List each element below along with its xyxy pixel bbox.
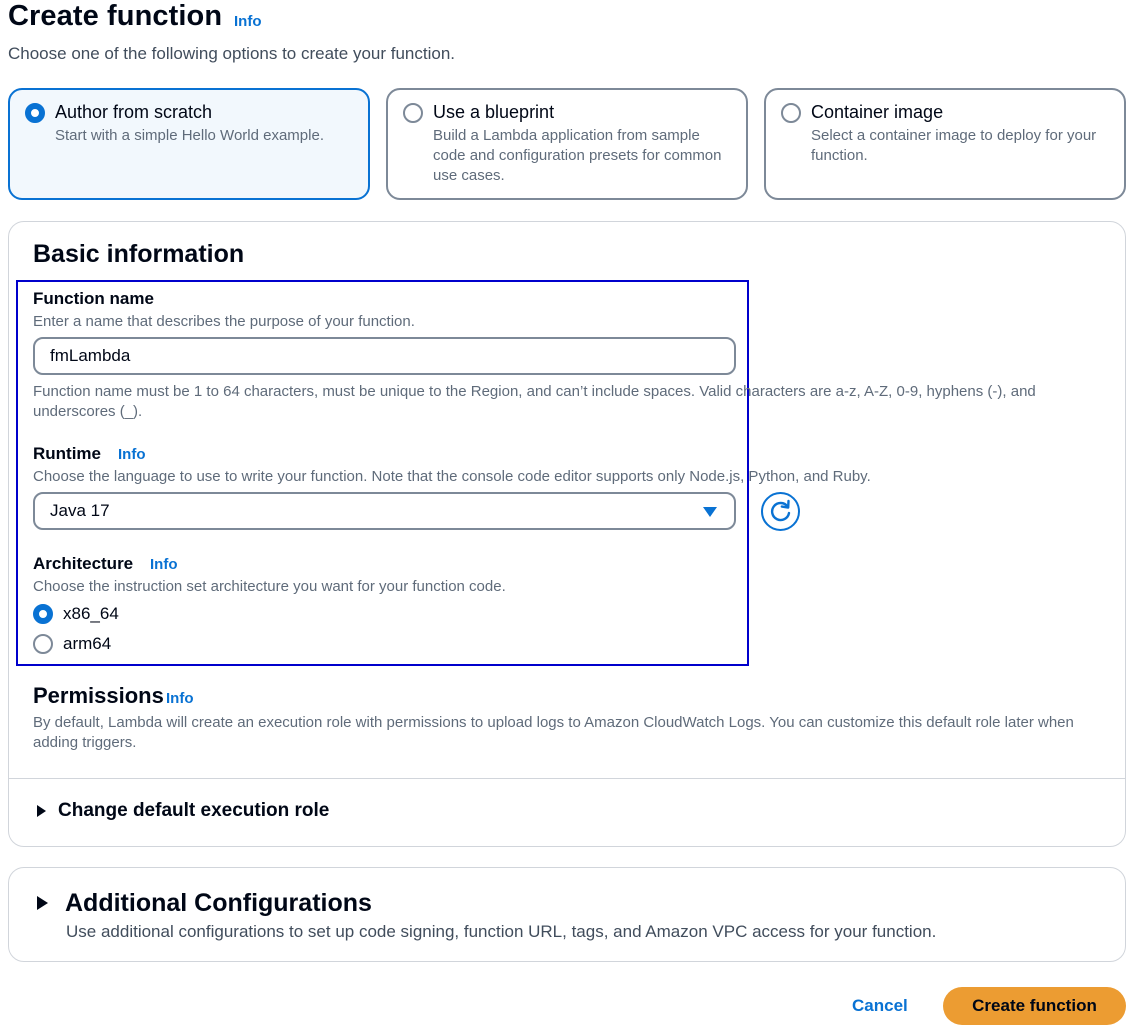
runtime-desc: Choose the language to use to write your…	[33, 468, 871, 485]
option-desc: Build a Lambda application from sample c…	[433, 127, 722, 184]
caret-right-icon	[37, 896, 48, 910]
runtime-select[interactable]: Java 17	[33, 492, 736, 530]
refresh-runtime-button[interactable]	[761, 492, 800, 531]
page-title: Create function	[8, 0, 222, 33]
radio-author-from-scratch[interactable]	[25, 103, 45, 123]
function-name-value: fmLambda	[50, 346, 131, 365]
basic-information-heading: Basic information	[33, 240, 245, 268]
page-title-text: Create function	[8, 0, 223, 32]
additional-config-heading: Additional Configurations	[65, 888, 372, 917]
refresh-icon	[770, 499, 791, 522]
function-name-label: Function name	[33, 289, 154, 308]
option-title: Use a blueprint	[433, 102, 555, 122]
function-name-constraint: Function name must be 1 to 64 characters…	[33, 383, 1036, 420]
option-container-image[interactable]: Container image Select a container image…	[764, 88, 1126, 200]
option-title: Container image	[811, 102, 944, 122]
x86-64-label[interactable]: x86_64	[63, 604, 119, 624]
additional-config-desc: Use additional configurations to set up …	[66, 922, 937, 941]
permissions-info-link[interactable]: Info	[166, 690, 194, 707]
architecture-info-link[interactable]: Info	[150, 556, 178, 573]
create-function-button[interactable]: Create function	[943, 987, 1126, 1025]
option-title: Author from scratch	[55, 102, 213, 122]
cancel-button[interactable]: Cancel	[852, 996, 908, 1016]
architecture-label: Architecture	[33, 554, 134, 573]
architecture-desc: Choose the instruction set architecture …	[33, 578, 506, 595]
page-subtitle: Choose one of the following options to c…	[8, 44, 456, 63]
option-desc: Select a container image to deploy for y…	[811, 127, 1097, 164]
option-author-from-scratch[interactable]: Author from scratch Start with a simple …	[8, 88, 370, 200]
additional-config-expander[interactable]: Additional Configurations	[37, 889, 372, 917]
exec-role-label: Change default execution role	[58, 800, 330, 821]
arm64-label[interactable]: arm64	[63, 634, 111, 654]
function-name-input[interactable]: fmLambda	[33, 337, 736, 375]
radio-x86-64[interactable]	[33, 604, 53, 624]
radio-use-blueprint[interactable]	[403, 103, 423, 123]
radio-arm64[interactable]	[33, 634, 53, 654]
runtime-value: Java 17	[50, 501, 110, 520]
exec-role-expander[interactable]: Change default execution role	[37, 800, 330, 821]
radio-container-image[interactable]	[781, 103, 801, 123]
title-info-link[interactable]: Info	[234, 13, 262, 30]
chevron-down-icon	[703, 507, 717, 517]
option-use-blueprint[interactable]: Use a blueprint Build a Lambda applicati…	[386, 88, 748, 200]
divider	[8, 778, 1126, 779]
option-desc: Start with a simple Hello World example.	[55, 127, 324, 144]
function-name-desc: Enter a name that describes the purpose …	[33, 313, 415, 330]
caret-right-icon	[37, 805, 46, 817]
permissions-desc: By default, Lambda will create an execut…	[33, 714, 1074, 751]
permissions-heading: Permissions	[33, 683, 164, 708]
runtime-info-link[interactable]: Info	[118, 446, 146, 463]
runtime-label: Runtime	[33, 444, 101, 463]
